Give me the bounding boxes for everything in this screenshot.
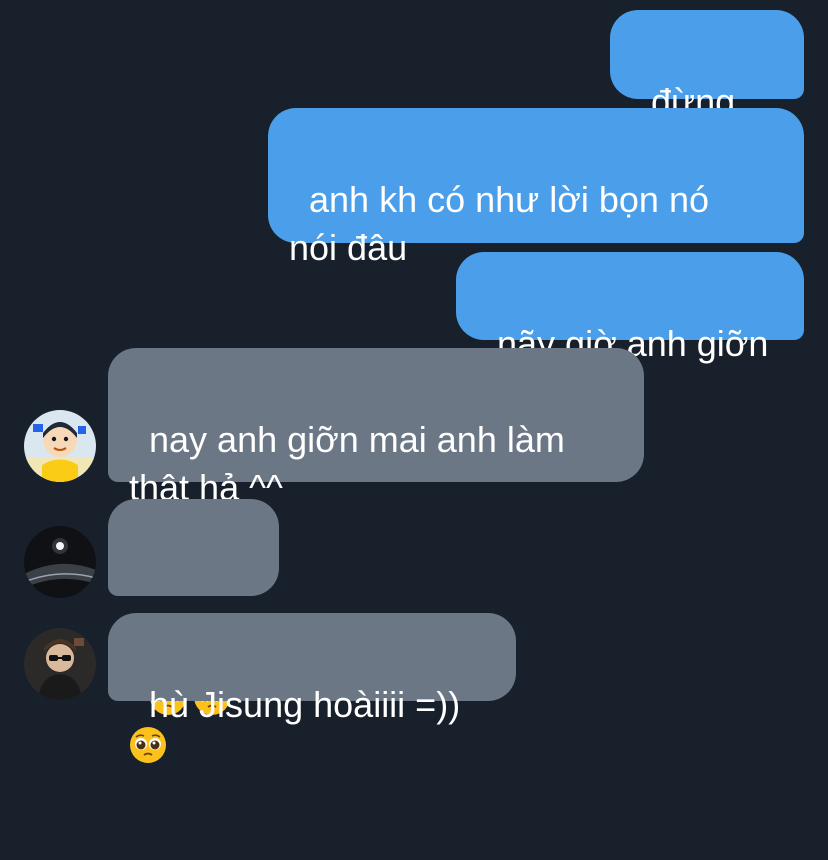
message-text: hù Jisung hoàiiii =))	[149, 684, 461, 725]
message-text: nay anh giỡn mai anh làm thật hả ^^	[129, 419, 565, 508]
message-bubble-incoming[interactable]	[108, 499, 279, 764]
message-bubble-incoming[interactable]: hù Jisung hoàiiii =))	[108, 613, 516, 725]
dark-photo-avatar[interactable]	[24, 526, 96, 598]
message-bubble-outgoing[interactable]: đừng sợ	[610, 10, 804, 170]
message-bubble-incoming[interactable]: nay anh giỡn mai anh làm thật hả ^^	[108, 348, 644, 508]
message-bubble-outgoing[interactable]: nãy giờ anh giỡn	[456, 252, 804, 364]
message-bubble-outgoing[interactable]: anh kh có như lời bọn nó nói đâu	[268, 108, 804, 268]
cartoon-avatar[interactable]	[24, 410, 96, 482]
person-photo-avatar[interactable]	[24, 628, 96, 700]
